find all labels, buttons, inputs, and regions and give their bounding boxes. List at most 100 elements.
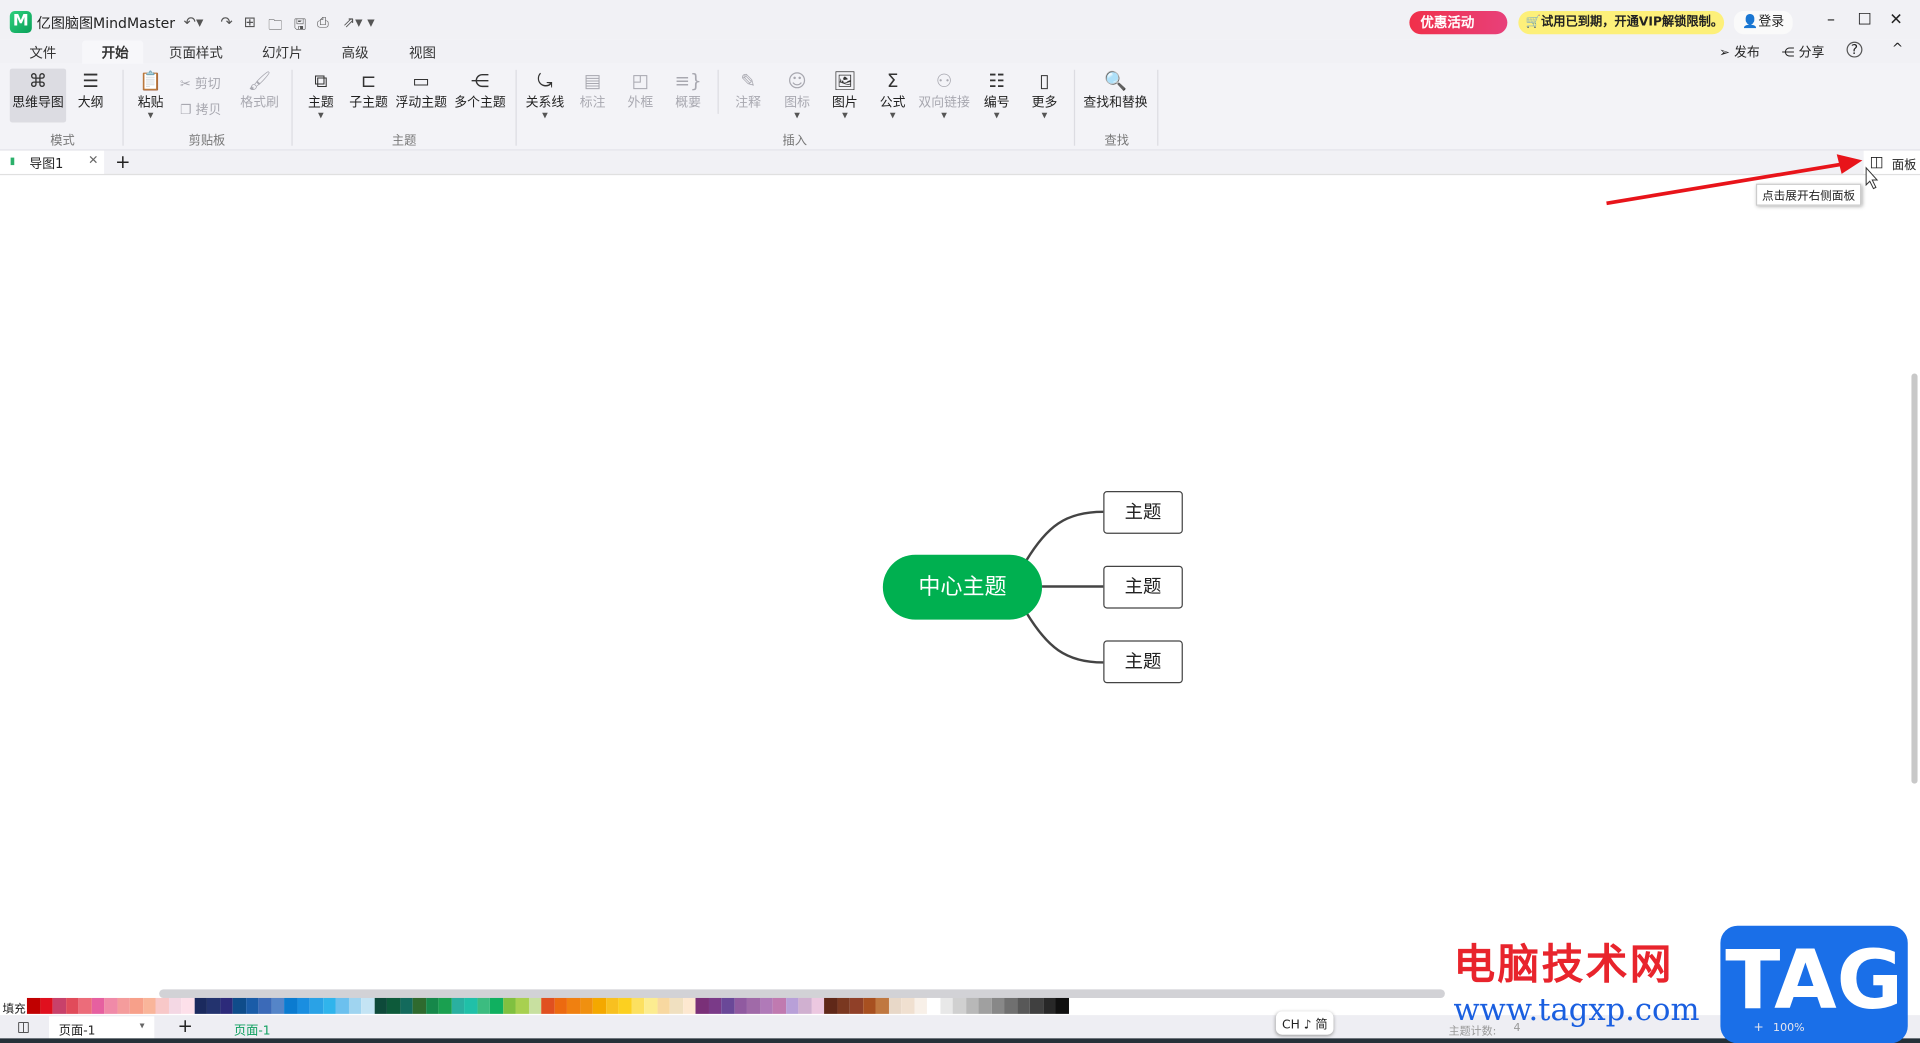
color-swatch[interactable]	[26, 997, 40, 1014]
zoom-level[interactable]: 100%	[1773, 1022, 1805, 1034]
color-swatch[interactable]	[836, 997, 850, 1014]
add-page-icon[interactable]: +	[178, 1015, 193, 1037]
color-swatch[interactable]	[39, 997, 53, 1014]
color-swatch[interactable]	[284, 997, 297, 1014]
color-swatch[interactable]	[798, 997, 812, 1014]
color-swatch[interactable]	[1029, 997, 1043, 1014]
color-swatch[interactable]	[1055, 997, 1069, 1014]
color-swatch[interactable]	[579, 997, 593, 1014]
color-swatch[interactable]	[566, 997, 580, 1014]
color-swatch[interactable]	[258, 997, 272, 1014]
mindmaster-window: M 亿图脑图MindMaster ↶▾ ↷ ⊞ 🗀 🖫 ⎙ ⇗▾ ▾ 优惠活动 …	[0, 0, 1920, 1043]
color-swatch[interactable]	[541, 997, 555, 1014]
color-swatch[interactable]	[618, 997, 632, 1014]
color-swatch[interactable]	[554, 997, 567, 1014]
color-swatch[interactable]	[181, 997, 195, 1014]
color-swatch[interactable]	[772, 997, 786, 1014]
color-swatch[interactable]	[849, 997, 863, 1014]
zoom-in-icon[interactable]: +	[1753, 1021, 1763, 1034]
color-swatch[interactable]	[682, 997, 696, 1014]
color-swatch[interactable]	[142, 997, 156, 1014]
color-swatch[interactable]	[168, 997, 182, 1014]
color-swatch[interactable]	[245, 997, 259, 1014]
color-swatch[interactable]	[309, 997, 323, 1014]
color-swatch[interactable]	[129, 997, 143, 1014]
color-swatch[interactable]	[155, 997, 169, 1014]
color-swatch[interactable]	[361, 997, 375, 1014]
color-swatch[interactable]	[399, 997, 413, 1014]
color-swatch[interactable]	[901, 997, 915, 1014]
color-swatch[interactable]	[785, 997, 799, 1014]
color-swatch[interactable]	[592, 997, 606, 1014]
color-swatch[interactable]	[515, 997, 529, 1014]
color-swatch[interactable]	[374, 997, 387, 1014]
color-swatch[interactable]	[489, 997, 503, 1014]
color-swatch[interactable]	[991, 997, 1005, 1014]
color-swatch[interactable]	[296, 997, 310, 1014]
horizontal-scrollbar[interactable]	[159, 989, 1445, 998]
vertical-scrollbar[interactable]	[1911, 373, 1918, 784]
color-swatch[interactable]	[734, 997, 747, 1014]
color-swatch[interactable]	[862, 997, 876, 1014]
color-swatch[interactable]	[65, 997, 79, 1014]
central-topic[interactable]: 中心主题	[882, 554, 1043, 620]
color-swatch[interactable]	[322, 997, 336, 1014]
color-swatch[interactable]	[746, 997, 760, 1014]
color-swatch[interactable]	[194, 997, 207, 1014]
color-swatch[interactable]	[476, 997, 490, 1014]
color-swatch[interactable]	[438, 997, 452, 1014]
color-swatch[interactable]	[1042, 997, 1056, 1014]
color-swatch[interactable]	[219, 997, 233, 1014]
color-swatch[interactable]	[952, 997, 966, 1014]
color-swatch[interactable]	[1004, 997, 1017, 1014]
color-swatch[interactable]	[708, 997, 722, 1014]
color-swatch[interactable]	[386, 997, 400, 1014]
color-swatch[interactable]	[528, 997, 542, 1014]
color-swatch[interactable]	[605, 997, 619, 1014]
color-swatch[interactable]	[721, 997, 735, 1014]
color-swatch[interactable]	[656, 997, 670, 1014]
color-swatch[interactable]	[104, 997, 117, 1014]
topic-node[interactable]: 主题	[1103, 491, 1183, 534]
color-swatch[interactable]	[348, 997, 362, 1014]
color-swatch[interactable]	[939, 997, 953, 1014]
connector	[1025, 510, 1104, 562]
color-swatch[interactable]	[669, 997, 683, 1014]
color-swatch[interactable]	[888, 997, 902, 1014]
color-swatch[interactable]	[978, 997, 992, 1014]
page-select-value: 页面-1	[58, 1024, 96, 1039]
color-swatch[interactable]	[914, 997, 927, 1014]
color-swatch[interactable]	[965, 997, 979, 1014]
color-swatch[interactable]	[1016, 997, 1030, 1014]
color-swatch[interactable]	[926, 997, 940, 1014]
color-swatch[interactable]	[425, 997, 439, 1014]
color-swatch[interactable]	[464, 997, 477, 1014]
topic-node[interactable]: 主题	[1103, 640, 1183, 684]
color-swatch[interactable]	[451, 997, 465, 1014]
page-select[interactable]: 页面-1 ▾	[48, 1016, 155, 1039]
color-swatch[interactable]	[875, 997, 889, 1014]
color-swatch[interactable]	[335, 997, 349, 1014]
color-swatch[interactable]	[206, 997, 220, 1014]
color-swatch[interactable]	[412, 997, 426, 1014]
watermark-cn: 电脑技术网	[1453, 940, 1674, 990]
watermark-url: www.tagxp.com	[1453, 991, 1700, 1028]
color-swatch[interactable]	[695, 997, 709, 1014]
color-swatch[interactable]	[644, 997, 657, 1014]
color-swatch[interactable]	[271, 997, 285, 1014]
color-swatch[interactable]	[78, 997, 92, 1014]
color-swatch[interactable]	[91, 997, 105, 1014]
color-swatch[interactable]	[824, 997, 837, 1014]
color-swatch[interactable]	[631, 997, 645, 1014]
topic-node[interactable]: 主题	[1103, 565, 1183, 609]
fill-label: 填充	[2, 1002, 26, 1017]
color-swatch[interactable]	[502, 997, 516, 1014]
color-swatch[interactable]	[811, 997, 825, 1014]
page-tab[interactable]: 页面-1	[234, 1020, 271, 1038]
color-swatch[interactable]	[116, 997, 130, 1014]
color-swatch[interactable]	[759, 997, 773, 1014]
color-swatch[interactable]	[232, 997, 246, 1014]
page-panel-icon[interactable]: ◫	[17, 1019, 30, 1035]
color-swatch[interactable]	[52, 997, 66, 1014]
ime-indicator[interactable]: CH ♪ 简	[1275, 1011, 1334, 1035]
